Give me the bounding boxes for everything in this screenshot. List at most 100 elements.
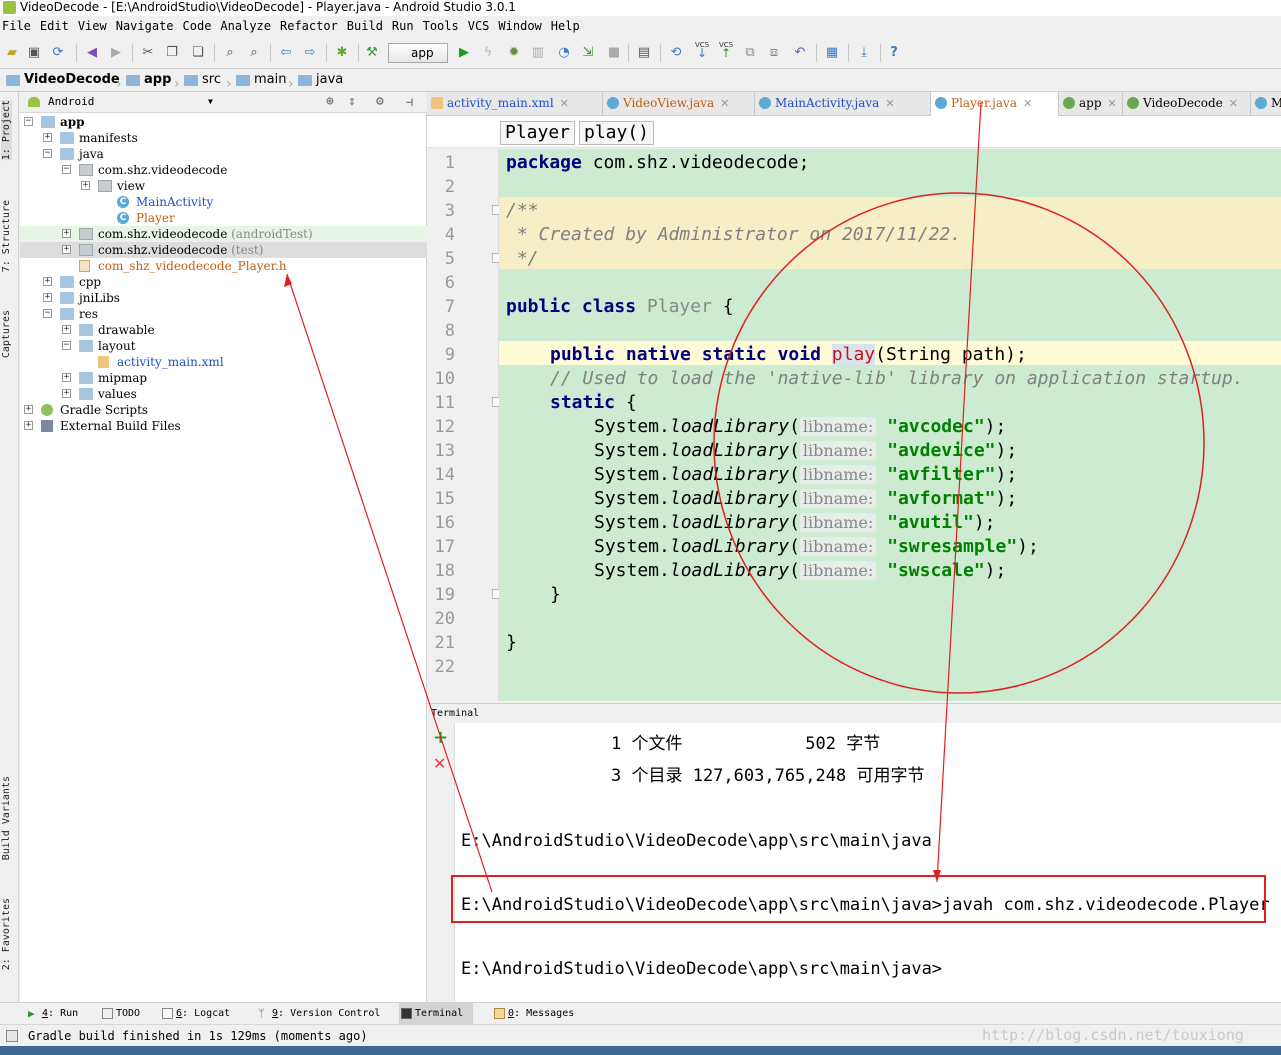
project-tool-tab[interactable]: 1: Project [1, 100, 12, 161]
close-session-icon[interactable]: ✕ [433, 755, 446, 773]
editor-tab[interactable]: app ✕ [1059, 92, 1123, 116]
breadcrumb-app[interactable]: app [126, 69, 171, 91]
scroll-from-source-icon[interactable]: ⊕ [326, 92, 334, 112]
menu-edit[interactable]: Edit [40, 16, 69, 36]
crumb-method-play[interactable]: play() [579, 121, 655, 145]
tree-item[interactable]: + drawable [20, 322, 427, 338]
close-tab-icon[interactable]: ✕ [1229, 97, 1238, 110]
close-tab-icon[interactable]: ✕ [560, 97, 569, 110]
copy-icon[interactable]: ❐ [164, 45, 180, 61]
tree-item[interactable]: + com.shz.videodecode (androidTest) [20, 226, 427, 242]
project-view-mode[interactable]: Android [48, 92, 94, 112]
menu-analyze[interactable]: Analyze [220, 16, 271, 36]
avd-manager-icon[interactable]: ▤ [636, 45, 652, 61]
chevron-down-icon[interactable]: ▼ [208, 92, 213, 112]
editor-tab[interactable]: VideoView.java ✕ [603, 92, 755, 116]
captures-tool-tab[interactable]: Captures [1, 310, 12, 358]
profile-icon[interactable]: ▥ [530, 45, 546, 61]
menu-window[interactable]: Window [498, 16, 541, 36]
breadcrumb-project[interactable]: VideoDecode [6, 69, 120, 91]
breadcrumb-java[interactable]: java [298, 69, 343, 91]
expand-toggle-icon[interactable]: + [43, 277, 52, 286]
menu-refactor[interactable]: Refactor [280, 16, 338, 36]
tree-item[interactable]: activity_main.xml [20, 354, 427, 370]
tree-item[interactable]: + External Build Files [20, 418, 427, 434]
menu-tools[interactable]: Tools [423, 16, 459, 36]
stop-icon[interactable]: ■ [606, 45, 622, 61]
tree-item[interactable]: + values [20, 386, 427, 402]
expand-toggle-icon[interactable]: + [62, 229, 71, 238]
run-config-select[interactable]: app ▼ [388, 43, 448, 78]
menu-help[interactable]: Help [551, 16, 580, 36]
breadcrumb-src[interactable]: src [184, 69, 221, 91]
expand-toggle-icon[interactable]: − [62, 341, 71, 350]
expand-toggle-icon[interactable]: − [24, 117, 33, 126]
code-editor[interactable]: package com.shz.videodecode; /** * Creat… [499, 149, 1281, 701]
android-debug-icon[interactable]: ✱ [334, 45, 350, 61]
expand-toggle-icon[interactable]: − [62, 165, 71, 174]
paste-icon[interactable]: ❑ [190, 45, 206, 61]
sdk-manager-icon[interactable]: ⤓ [856, 45, 872, 61]
version-control-tool-tab[interactable]: ᛘ 9: Version Control [256, 1003, 380, 1025]
project-structure-icon[interactable]: ▦ [824, 45, 840, 61]
vcs-commit-icon[interactable]: VCS ↑ [716, 41, 736, 59]
expand-toggle-icon[interactable]: − [43, 149, 52, 158]
revert-icon[interactable]: ↶ [792, 45, 808, 61]
editor-tab[interactable]: Player.java ✕ [931, 92, 1059, 116]
tree-item[interactable]: − app [20, 114, 427, 130]
expand-toggle-icon[interactable]: + [43, 133, 52, 142]
gear-icon[interactable]: ⚙ [376, 92, 384, 112]
editor-tab[interactable]: Mai [1251, 92, 1281, 116]
open-icon[interactable]: ▰ [4, 45, 20, 61]
expand-toggle-icon[interactable]: + [24, 405, 33, 414]
tool-windows-icon[interactable] [6, 1030, 18, 1042]
editor-tab[interactable]: VideoDecode ✕ [1123, 92, 1251, 116]
undo-icon[interactable]: ◀ [84, 45, 100, 61]
help-icon[interactable]: ? [886, 45, 902, 61]
vcs-update-icon[interactable]: VCS ↓ [692, 41, 712, 59]
debug-icon[interactable]: ✹ [506, 45, 522, 61]
expand-toggle-icon[interactable]: + [24, 421, 33, 430]
tree-item[interactable]: − res [20, 306, 427, 322]
close-tab-icon[interactable]: ✕ [885, 97, 894, 110]
tree-item[interactable]: + view [20, 178, 427, 194]
favorites-tool-tab[interactable]: 2: Favorites [1, 898, 12, 970]
run-icon[interactable]: ▶ [456, 45, 472, 61]
vcs-history-icon[interactable]: ⧈ [766, 45, 782, 61]
expand-toggle-icon[interactable]: + [81, 181, 90, 190]
close-tab-icon[interactable]: ✕ [720, 97, 729, 110]
structure-tool-tab[interactable]: 7: Structure [1, 200, 12, 272]
terminal-tool-tab[interactable]: Terminal [399, 1003, 474, 1025]
close-tab-icon[interactable]: ✕ [1023, 97, 1032, 110]
terminal-output[interactable]: 1 个文件 502 字节 3 个目录 127,603,765,248 可用字节 … [455, 723, 1281, 1002]
find-icon[interactable]: ⌕ [222, 45, 238, 61]
close-tab-icon[interactable]: ✕ [1108, 97, 1117, 110]
tree-item[interactable]: com_shz_videodecode_Player.h [20, 258, 427, 274]
menu-file[interactable]: File [2, 16, 31, 36]
tree-item[interactable]: + Gradle Scripts [20, 402, 427, 418]
tree-item[interactable]: + jniLibs [20, 290, 427, 306]
make-project-icon[interactable]: ⚒ [364, 45, 380, 61]
crumb-class-player[interactable]: Player [500, 121, 576, 145]
tree-item[interactable]: − com.shz.videodecode [20, 162, 427, 178]
editor-tab[interactable]: MainActivity.java ✕ [755, 92, 931, 116]
forward-icon[interactable]: ⇨ [302, 45, 318, 61]
tree-item[interactable]: + mipmap [20, 370, 427, 386]
expand-toggle-icon[interactable]: + [62, 245, 71, 254]
hide-panel-icon[interactable]: ⊣ [406, 92, 413, 112]
menu-build[interactable]: Build [347, 16, 383, 36]
logcat-tool-tab[interactable]: 6: Logcat [160, 1003, 230, 1025]
build-variants-tool-tab[interactable]: Build Variants [1, 776, 12, 860]
vcs-compare-icon[interactable]: ⧉ [742, 45, 758, 61]
tree-item[interactable]: C Player [20, 210, 427, 226]
tree-item[interactable]: + com.shz.videodecode (test) [20, 242, 427, 258]
redo-icon[interactable]: ▶ [108, 45, 124, 61]
tree-item[interactable]: + manifests [20, 130, 427, 146]
tree-item[interactable]: + cpp [20, 274, 427, 290]
save-icon[interactable]: ▣ [26, 45, 42, 61]
back-icon[interactable]: ⇦ [278, 45, 294, 61]
menu-navigate[interactable]: Navigate [116, 16, 174, 36]
todo-tool-tab[interactable]: TODO [100, 1003, 140, 1025]
tree-item[interactable]: C MainActivity [20, 194, 427, 210]
expand-toggle-icon[interactable]: + [62, 389, 71, 398]
